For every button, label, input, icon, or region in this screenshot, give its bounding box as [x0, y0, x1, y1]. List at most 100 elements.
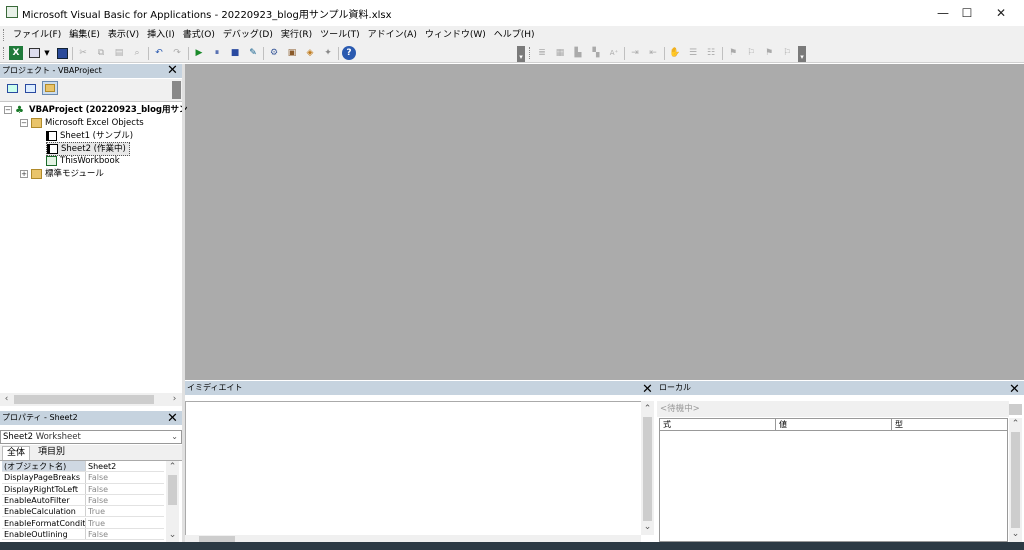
find-icon[interactable]: ⌕ — [130, 46, 144, 60]
property-value[interactable]: True — [86, 506, 105, 516]
clear-bookmarks-icon[interactable]: ⚐ — [780, 46, 794, 60]
immediate-vertical-scrollbar[interactable]: ⌃ ⌄ — [641, 401, 654, 535]
locals-panel-close-icon[interactable]: ✕ — [1008, 383, 1021, 397]
chevron-down-icon[interactable]: ⌄ — [171, 431, 178, 443]
menu-addins[interactable]: アドイン(A) — [364, 26, 421, 44]
undo-icon[interactable]: ↶ — [152, 46, 166, 60]
close-window-button[interactable]: ✕ — [978, 0, 1024, 26]
reset-icon[interactable]: ■ — [228, 46, 242, 60]
scroll-thumb[interactable] — [14, 395, 154, 404]
menu-help[interactable]: ヘルプ(H) — [490, 26, 539, 44]
project-toolbar-chevron-icon[interactable] — [172, 81, 181, 99]
immediate-horizontal-scrollbar[interactable] — [185, 535, 641, 542]
scroll-right-icon[interactable]: › — [168, 393, 181, 406]
tree-root[interactable]: − ♣ VBAProject (20220923_blog用サン — [4, 104, 188, 116]
locals-vertical-scrollbar[interactable]: ⌃ ⌄ — [1009, 418, 1022, 542]
property-row[interactable]: DisplayRightToLeft False — [2, 483, 164, 495]
property-row[interactable]: DisplayPageBreaks False — [2, 472, 164, 484]
menu-edit[interactable]: 編集(E) — [65, 26, 104, 44]
object-browser-icon[interactable]: ◈ — [303, 46, 317, 60]
help-icon[interactable]: ? — [342, 46, 356, 60]
tab-categorized[interactable]: 項目別 — [34, 446, 69, 460]
property-value[interactable]: False — [86, 529, 108, 539]
menu-format[interactable]: 書式(O) — [179, 26, 219, 44]
copy-icon[interactable]: ⧉ — [94, 46, 108, 60]
list-constants-icon[interactable]: ▦ — [553, 46, 567, 60]
scroll-down-icon[interactable]: ⌄ — [166, 529, 179, 542]
quick-info-icon[interactable]: ▙ — [571, 46, 585, 60]
immediate-editor[interactable] — [185, 401, 641, 535]
excel-icon[interactable]: X — [9, 46, 23, 60]
list-properties-icon[interactable]: ≣ — [535, 46, 549, 60]
tree-folder-excel-objects[interactable]: − Microsoft Excel Objects — [20, 117, 144, 129]
properties-vertical-scrollbar[interactable]: ⌃ ⌄ — [166, 461, 179, 542]
vba-app-icon[interactable] — [6, 6, 18, 18]
edit-toolbar-overflow-chevron-icon[interactable]: ▾ — [798, 46, 806, 62]
property-row[interactable]: (オブジェクト名) Sheet2 — [2, 461, 164, 473]
scroll-thumb[interactable] — [168, 475, 177, 505]
indent-icon[interactable]: ⇥ — [628, 46, 642, 60]
toggle-bookmark-icon[interactable]: ⚑ — [726, 46, 740, 60]
scroll-up-icon[interactable]: ⌃ — [641, 403, 654, 416]
complete-word-icon[interactable]: A⁺ — [607, 46, 621, 60]
save-icon[interactable] — [55, 46, 69, 60]
comment-block-icon[interactable]: ☰ — [686, 46, 700, 60]
insert-module-icon[interactable] — [27, 46, 41, 60]
tree-item-sheet1[interactable]: Sheet1 (サンプル) — [46, 130, 133, 142]
project-panel-close-icon[interactable]: ✕ — [166, 64, 179, 78]
locals-column-type[interactable]: 型 — [892, 419, 1007, 430]
project-panel-header[interactable]: プロジェクト - VBAProject — [0, 64, 182, 78]
outdent-icon[interactable]: ⇤ — [646, 46, 660, 60]
scroll-thumb[interactable] — [643, 417, 652, 521]
view-object-icon[interactable] — [22, 81, 38, 95]
locals-column-expression[interactable]: 式 — [660, 419, 776, 430]
chevron-down-icon[interactable]: ▼ — [40, 46, 54, 60]
property-row[interactable]: EnableOutlining False — [2, 528, 164, 541]
menu-insert[interactable]: 挿入(I) — [143, 26, 179, 44]
run-icon[interactable]: ▶ — [192, 46, 206, 60]
edit-toolbar-grip[interactable] — [529, 47, 532, 59]
scroll-thumb[interactable] — [1011, 432, 1020, 528]
view-code-icon[interactable] — [4, 81, 20, 95]
scroll-left-icon[interactable]: ‹ — [0, 393, 13, 406]
locals-context-button[interactable] — [1009, 404, 1022, 415]
menu-grip[interactable] — [3, 29, 6, 41]
tab-alphabetic[interactable]: 全体 — [2, 446, 31, 460]
tree-item-sheet2[interactable]: Sheet2 (作業中) — [46, 142, 130, 156]
scroll-up-icon[interactable]: ⌃ — [1009, 418, 1022, 431]
property-row[interactable]: EnableAutoFilter False — [2, 494, 164, 507]
object-selector[interactable]: Sheet2 Worksheet ⌄ — [0, 430, 182, 444]
cut-icon[interactable]: ✂ — [76, 46, 90, 60]
design-mode-icon[interactable]: ✎ — [246, 46, 260, 60]
next-bookmark-icon[interactable]: ⚐ — [744, 46, 758, 60]
property-value[interactable]: False — [86, 495, 108, 505]
property-value[interactable]: Sheet2 — [86, 461, 116, 471]
toggle-breakpoint-icon[interactable]: ✋ — [668, 46, 682, 60]
project-horizontal-scrollbar[interactable]: ‹ › — [0, 393, 182, 406]
previous-bookmark-icon[interactable]: ⚑ — [762, 46, 776, 60]
menu-window[interactable]: ウィンドウ(W) — [421, 26, 490, 44]
expand-icon[interactable]: + — [20, 170, 28, 178]
toolbar-grip[interactable] — [3, 47, 6, 59]
property-row[interactable]: EnableFormatCondit True — [2, 517, 164, 529]
menu-file[interactable]: ファイル(F) — [9, 26, 65, 44]
scroll-up-icon[interactable]: ⌃ — [166, 461, 179, 474]
collapse-icon[interactable]: − — [4, 106, 12, 114]
menu-run[interactable]: 実行(R) — [277, 26, 316, 44]
property-value[interactable]: False — [86, 484, 108, 494]
uncomment-block-icon[interactable]: ☷ — [704, 46, 718, 60]
parameter-info-icon[interactable]: ▚ — [589, 46, 603, 60]
properties-panel-header[interactable]: プロパティ - Sheet2 — [0, 411, 182, 425]
properties-panel-close-icon[interactable]: ✕ — [166, 412, 179, 426]
tree-folder-standard-modules[interactable]: + 標準モジュール — [20, 168, 104, 180]
paste-icon[interactable]: ▤ — [112, 46, 126, 60]
toolbar-overflow-chevron-icon[interactable]: ▾ — [517, 46, 525, 62]
menu-view[interactable]: 表示(V) — [104, 26, 143, 44]
collapse-icon[interactable]: − — [20, 119, 28, 127]
break-icon[interactable]: ⏸ — [210, 46, 224, 60]
property-row[interactable]: EnableCalculation True — [2, 506, 164, 518]
code-workspace[interactable] — [185, 64, 1024, 380]
scroll-down-icon[interactable]: ⌄ — [641, 521, 654, 534]
locals-column-value[interactable]: 値 — [776, 419, 892, 430]
toolbox-icon[interactable]: ✦ — [321, 46, 335, 60]
